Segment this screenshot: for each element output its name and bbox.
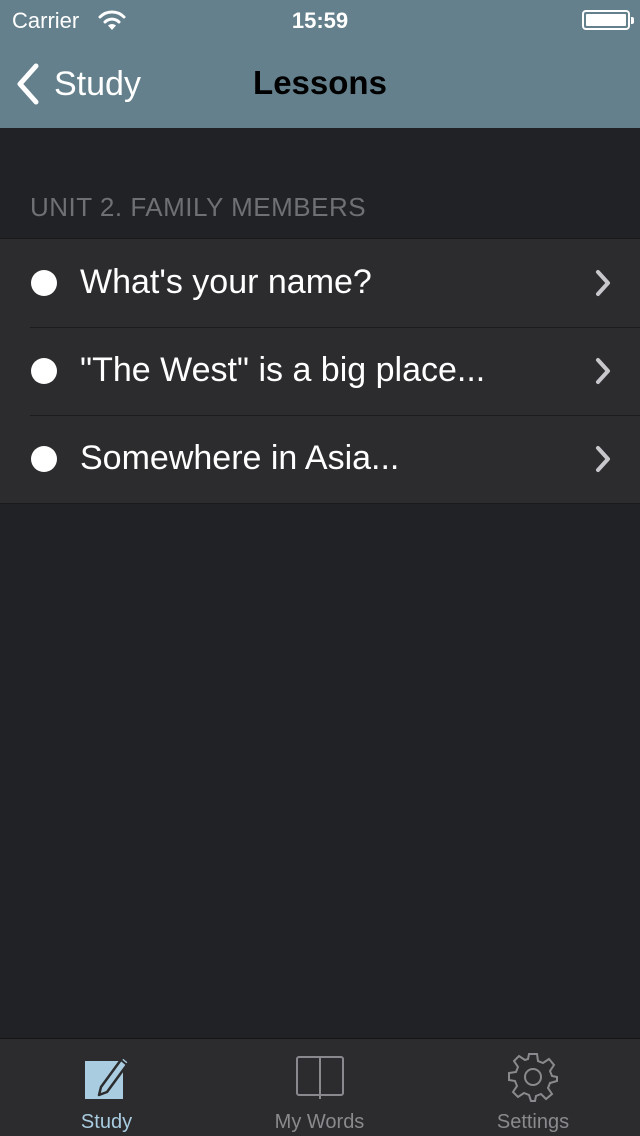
chevron-right-icon [596,358,610,384]
tab-study[interactable]: Study [0,1039,213,1136]
lessons-screen: Carrier 15:59 Study Lessons UNIT 2. FAMI… [0,0,640,1136]
tab-label: Study [80,1111,133,1133]
gear-icon [508,1053,558,1102]
lesson-label: "The West" is a big place... [80,351,486,389]
lesson-row[interactable]: What's your name? [0,239,640,327]
section-header: UNIT 2. FAMILY MEMBERS [30,192,367,222]
lesson-row[interactable]: Somewhere in Asia... [0,415,640,503]
tab-bar: Study My Words Settings [0,1038,640,1136]
bullet-icon [31,270,57,296]
tab-label: My Words [274,1111,365,1133]
pencil-icon [84,1055,130,1099]
tab-my-words[interactable]: My Words [213,1039,426,1136]
chevron-right-icon [596,270,610,296]
status-bar: Carrier 15:59 [0,0,640,40]
bullet-icon [31,358,57,384]
lesson-label: What's your name? [80,263,372,301]
page-title: Lessons [253,64,387,101]
tab-label: Settings [496,1111,570,1133]
status-time: 15:59 [291,8,349,33]
book-icon [295,1056,344,1099]
navigation-bar: Study Lessons [0,40,640,128]
tab-settings[interactable]: Settings [426,1039,640,1136]
lesson-label: Somewhere in Asia... [80,439,400,477]
bullet-icon [31,446,57,472]
lesson-list: What's your name? "The West" is a big pl… [0,238,640,504]
battery-icon [582,10,634,30]
top-bar: Carrier 15:59 Study Lessons [0,0,640,128]
lesson-row[interactable]: "The West" is a big place... [0,327,640,415]
chevron-right-icon [596,446,610,472]
